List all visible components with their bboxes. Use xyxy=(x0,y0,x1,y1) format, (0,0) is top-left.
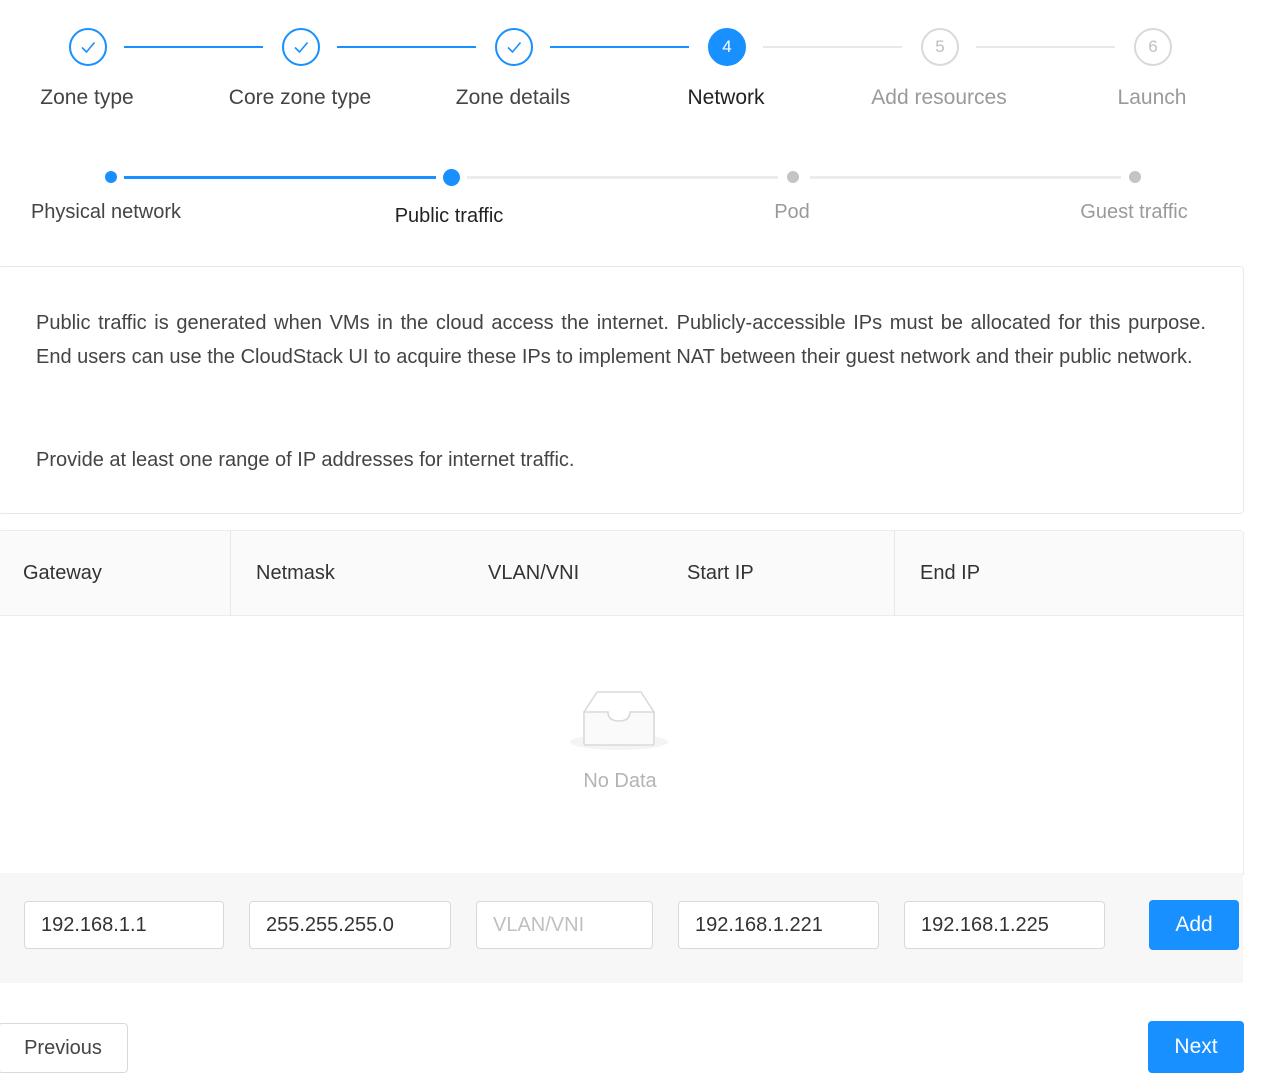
column-divider xyxy=(894,531,895,616)
inbox-icon xyxy=(570,691,668,750)
step-connector xyxy=(763,46,902,48)
previous-button[interactable]: Previous xyxy=(0,1023,128,1073)
column-header-start-ip: Start IP xyxy=(687,562,754,584)
step-launch-title: Launch xyxy=(1117,86,1187,109)
vlan-input[interactable] xyxy=(476,901,653,949)
sub-step-public-traffic-title: Public traffic xyxy=(394,205,504,227)
step-add-resources-title: Add resources xyxy=(871,86,1007,109)
sub-step-physical-network-dot xyxy=(105,171,117,183)
sub-step-connector xyxy=(810,176,1121,179)
step-zone-details-icon xyxy=(495,28,533,66)
sub-step-guest-traffic-title: Guest traffic xyxy=(1080,201,1188,223)
step-launch-icon: 6 xyxy=(1134,28,1172,66)
description-text: Public traffic is generated when VMs in … xyxy=(36,312,1206,368)
check-icon xyxy=(81,41,96,54)
column-header-vlan: VLAN/VNI xyxy=(488,562,580,584)
sub-step-pod-title: Pod xyxy=(774,201,810,223)
end-ip-input[interactable] xyxy=(904,901,1105,949)
start-ip-input[interactable] xyxy=(678,901,879,949)
step-zone-type-title: Zone type xyxy=(40,86,134,109)
description-hint: Provide at least one range of IP address… xyxy=(36,449,575,471)
sub-step-public-traffic-dot xyxy=(443,169,460,186)
sub-step-physical-network-title: Physical network xyxy=(30,201,182,223)
step-zone-type-icon xyxy=(69,28,107,66)
check-icon xyxy=(294,41,309,54)
column-header-netmask: Netmask xyxy=(256,562,335,584)
column-header-end-ip: End IP xyxy=(920,562,981,584)
gateway-input[interactable] xyxy=(24,901,224,949)
step-connector xyxy=(124,46,263,48)
step-network-icon: 4 xyxy=(708,28,746,66)
add-button[interactable]: Add xyxy=(1149,900,1239,950)
sub-step-connector xyxy=(124,176,436,179)
check-icon xyxy=(507,41,522,54)
step-core-zone-type-icon xyxy=(282,28,320,66)
next-button[interactable]: Next xyxy=(1148,1021,1244,1073)
step-add-resources-icon: 5 xyxy=(921,28,959,66)
sub-step-guest-traffic-dot xyxy=(1129,171,1141,183)
step-zone-details-title: Zone details xyxy=(455,86,571,109)
column-header-gateway: Gateway xyxy=(23,562,102,584)
table-header: Gateway Netmask VLAN/VNI Start IP End IP xyxy=(0,531,1243,616)
step-connector xyxy=(976,46,1115,48)
netmask-input[interactable] xyxy=(249,901,451,949)
sub-step-pod-dot xyxy=(787,171,799,183)
zone-wizard-steps: Zone type Core zone type Zone details 4 … xyxy=(0,0,1266,130)
step-connector xyxy=(550,46,689,48)
column-divider xyxy=(230,531,231,616)
step-core-zone-type-title: Core zone type xyxy=(228,86,372,109)
step-network-title: Network xyxy=(687,86,765,109)
empty-state-text: No Data xyxy=(583,770,657,792)
sub-step-connector xyxy=(467,176,778,179)
step-connector xyxy=(337,46,476,48)
